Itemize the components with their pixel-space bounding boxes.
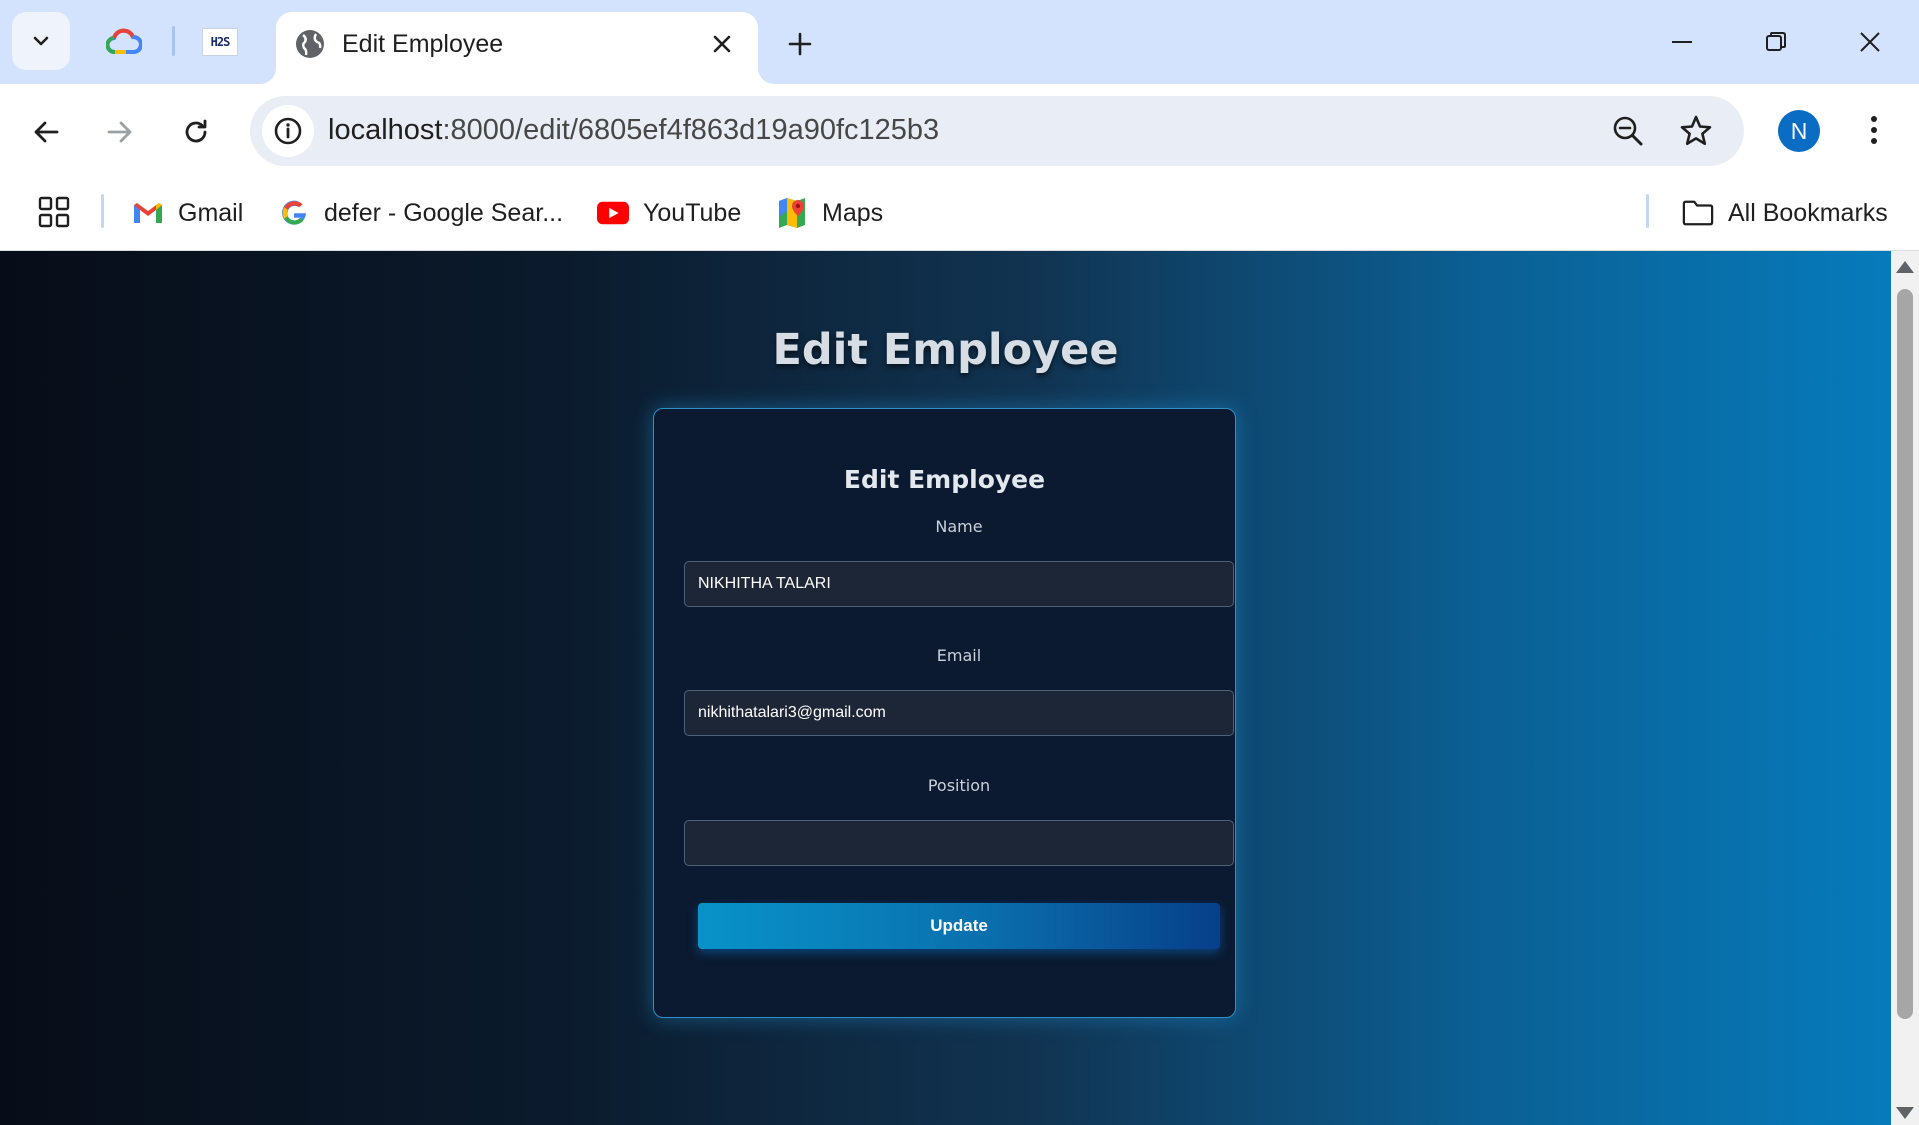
bookmark-label: Gmail	[178, 198, 244, 227]
position-label: Position	[927, 776, 991, 795]
close-icon	[1860, 32, 1880, 52]
tab-title: Edit Employee	[342, 30, 504, 58]
page-title: Edit Employee	[772, 325, 1119, 375]
tab-strip: H2S Edit Employee	[0, 0, 1919, 84]
chevron-down-icon	[33, 36, 49, 46]
pinned-tab-h2s[interactable]: H2S	[200, 22, 240, 62]
zoom-out-icon	[1613, 116, 1643, 146]
page-viewport: Edit Employee Edit Employee Name Email P…	[0, 251, 1891, 1125]
all-bookmarks-label: All Bookmarks	[1728, 198, 1888, 227]
back-button[interactable]	[22, 108, 70, 156]
apps-button[interactable]	[36, 194, 72, 230]
scrollbar-thumb[interactable]	[1897, 289, 1913, 1019]
close-icon	[713, 35, 731, 53]
bookmark-google-search[interactable]: defer - Google Sear...	[278, 192, 563, 234]
browser-menu-button[interactable]	[1852, 108, 1896, 152]
arrow-left-icon	[34, 121, 59, 143]
tab-close-button[interactable]	[704, 26, 740, 62]
update-button[interactable]: Update	[698, 903, 1220, 949]
form-title: Edit Employee	[843, 465, 1046, 494]
new-tab-button[interactable]	[780, 24, 820, 64]
url-path: :8000/edit/6805ef4f863d19a90fc125b3	[442, 114, 940, 146]
minimize-icon	[1672, 41, 1692, 43]
bookmark-star-button[interactable]	[1674, 109, 1718, 153]
youtube-icon	[597, 201, 629, 225]
position-input[interactable]	[684, 820, 1234, 866]
google-icon	[282, 200, 306, 225]
url-host: localhost	[328, 114, 443, 146]
bookmarks-separator	[1646, 194, 1649, 228]
close-window-button[interactable]	[1848, 20, 1892, 64]
edit-employee-form: Edit Employee Name Email Position Update	[653, 408, 1236, 1018]
tab-separator	[172, 26, 175, 56]
email-label: Email	[936, 646, 982, 665]
scroll-up-arrow-icon[interactable]	[1896, 261, 1914, 273]
browser-toolbar: localhost:8000/edit/6805ef4f863d19a90fc1…	[0, 84, 1919, 180]
minimize-button[interactable]	[1660, 20, 1704, 64]
bookmarks-bar: Gmail defer - Google Sear... YouTube Map…	[0, 180, 1919, 251]
page-scrollbar[interactable]	[1891, 251, 1919, 1125]
url-text: localhost:8000/edit/6805ef4f863d19a90fc1…	[328, 114, 939, 147]
more-vert-icon	[1871, 116, 1877, 144]
apps-grid-icon	[38, 196, 70, 228]
bookmark-label: defer - Google Sear...	[324, 198, 564, 227]
profile-avatar[interactable]: N	[1778, 110, 1820, 152]
email-input[interactable]	[684, 690, 1234, 736]
pinned-tab-google-cloud[interactable]	[104, 22, 144, 62]
plus-icon	[788, 32, 812, 56]
restore-icon	[1766, 32, 1786, 51]
gmail-icon	[134, 203, 162, 223]
bookmark-gmail[interactable]: Gmail	[132, 192, 243, 234]
info-icon	[274, 117, 302, 145]
maps-icon	[779, 198, 805, 228]
active-tab[interactable]: Edit Employee	[276, 12, 758, 84]
folder-icon	[1682, 200, 1714, 226]
restore-button[interactable]	[1754, 20, 1798, 64]
reload-icon	[185, 119, 207, 143]
google-cloud-icon	[106, 28, 142, 54]
bookmark-label: Maps	[822, 198, 884, 227]
h2s-icon: H2S	[202, 28, 238, 56]
site-info-button[interactable]	[262, 105, 314, 157]
star-icon	[1680, 115, 1712, 145]
arrow-right-icon	[107, 121, 132, 143]
bookmark-label: YouTube	[643, 198, 742, 227]
reload-button[interactable]	[172, 108, 220, 156]
zoom-button[interactable]	[1606, 109, 1650, 153]
forward-button[interactable]	[96, 108, 144, 156]
scroll-down-arrow-icon[interactable]	[1896, 1107, 1914, 1119]
name-input[interactable]	[684, 561, 1234, 607]
name-label: Name	[935, 517, 983, 536]
bookmarks-separator	[101, 194, 104, 228]
globe-icon	[296, 30, 324, 58]
tab-search-button[interactable]	[12, 12, 70, 70]
address-bar[interactable]: localhost:8000/edit/6805ef4f863d19a90fc1…	[250, 96, 1744, 166]
bookmark-maps[interactable]: Maps	[776, 192, 883, 234]
bookmark-youtube[interactable]: YouTube	[597, 192, 741, 234]
all-bookmarks-button[interactable]: All Bookmarks	[1682, 192, 1888, 234]
